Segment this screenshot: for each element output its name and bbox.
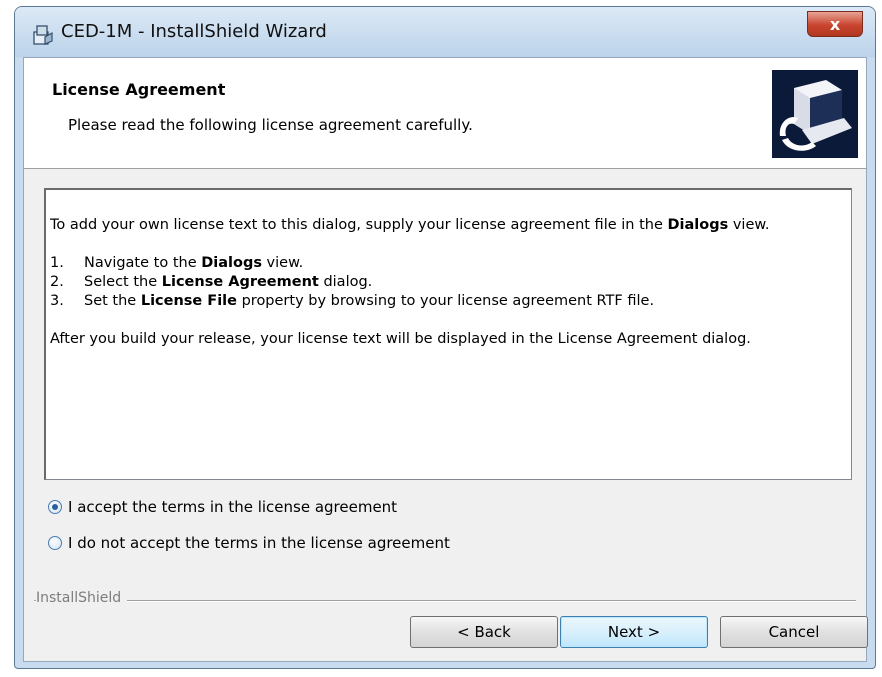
installer-window: CED-1M - InstallShield Wizard x License … [14, 6, 876, 669]
accept-terms-option[interactable]: I accept the terms in the license agreem… [48, 498, 397, 516]
decline-terms-radio[interactable] [48, 536, 62, 550]
installer-app-icon [31, 23, 55, 47]
page-title: License Agreement [52, 80, 226, 99]
installshield-brand-label: InstallShield [36, 590, 128, 606]
next-button[interactable]: Next > [560, 616, 708, 648]
license-step: 1. Navigate to the Dialogs view. [50, 255, 304, 271]
license-step: 2. Select the License Agreement dialog. [50, 274, 373, 290]
window-title: CED-1M - InstallShield Wizard [61, 21, 327, 42]
wizard-client-area: License Agreement Please read the follow… [23, 57, 868, 662]
license-step: 3. Set the License File property by brow… [50, 293, 655, 309]
close-button[interactable]: x [807, 11, 863, 37]
decline-terms-label[interactable]: I do not accept the terms in the license… [68, 534, 450, 552]
decline-terms-option[interactable]: I do not accept the terms in the license… [48, 534, 450, 552]
license-steps-list: 1. Navigate to the Dialogs view. 2. Sele… [50, 254, 847, 311]
installshield-logo-icon [772, 70, 858, 158]
cancel-button[interactable]: Cancel [720, 616, 868, 648]
accept-terms-label[interactable]: I accept the terms in the license agreem… [68, 498, 397, 516]
back-button[interactable]: < Back [410, 616, 558, 648]
brand-separator: InstallShield [24, 590, 866, 610]
title-bar[interactable]: CED-1M - InstallShield Wizard x [15, 7, 875, 57]
license-closing-text: After you build your release, your licen… [50, 331, 751, 347]
page-subtitle: Please read the following license agreem… [68, 116, 473, 134]
accept-terms-radio[interactable] [48, 500, 62, 514]
header-banner: License Agreement Please read the follow… [24, 58, 866, 169]
license-intro-text: To add your own license text to this dia… [50, 217, 770, 233]
license-text-box[interactable]: To add your own license text to this dia… [44, 188, 852, 480]
separator-line [34, 600, 856, 602]
